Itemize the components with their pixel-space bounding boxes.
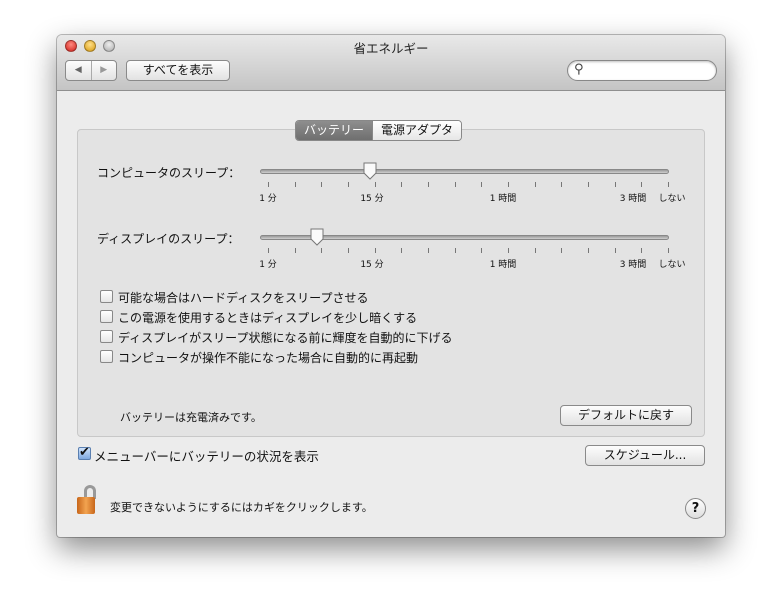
option-label: ディスプレイがスリープ状態になる前に輝度を自動的に下げる (118, 331, 453, 345)
energy-saver-window: 省エネルギー ◀ ▶ すべてを表示 ⚲ バッテリー 電源アダプタ コンピュータの… (57, 35, 725, 537)
slider-tick (268, 248, 269, 253)
checkmark-icon: ✔ (79, 445, 90, 460)
option-label: 可能な場合はハードディスクをスリープさせる (118, 291, 369, 305)
slider-tick (454, 182, 456, 187)
option-checkbox[interactable] (100, 290, 113, 303)
forward-button[interactable]: ▶ (92, 61, 117, 80)
slider-thumb[interactable] (309, 228, 325, 246)
tick-label: 15 分 (360, 260, 384, 270)
slider-tick (641, 182, 643, 187)
battery-status: バッテリーは充電済みです。 (120, 411, 262, 424)
back-forward-control: ◀ ▶ (65, 60, 117, 81)
slider-tick (374, 182, 376, 187)
slider-tick (614, 182, 616, 187)
schedule-button[interactable]: スケジュール... (585, 445, 705, 466)
slider-tick (614, 248, 616, 253)
help-button[interactable]: ? (685, 498, 706, 519)
option-label: この電源を使用するときはディスプレイを少し暗くする (118, 311, 418, 325)
slider-tick (668, 182, 669, 187)
tab-bar: バッテリー 電源アダプタ (295, 120, 463, 141)
slider-tick (428, 182, 429, 187)
sleep-slider-track[interactable] (260, 169, 669, 174)
slider-tick (268, 182, 269, 187)
slider-tick (534, 248, 536, 253)
tick-label: 3 時間 (619, 260, 647, 270)
menubar-battery-label: メニューバーにバッテリーの状況を表示 (94, 449, 319, 464)
tick-label: 15 分 (360, 194, 384, 204)
slider-tick (508, 248, 509, 253)
menubar-battery-checkbox[interactable]: ✔ (78, 445, 91, 460)
tick-label: 1 分 (259, 194, 277, 204)
search-input[interactable]: ⚲ (567, 60, 717, 81)
slider-tick (348, 248, 349, 253)
slider-tick (481, 182, 483, 187)
slider-tick (454, 248, 456, 253)
slider-tick (294, 248, 296, 253)
slider-tick (561, 248, 563, 253)
slider-tick (321, 182, 323, 187)
back-button[interactable]: ◀ (66, 61, 92, 80)
option-checkbox[interactable] (100, 350, 113, 363)
slider-tick (481, 248, 483, 253)
slider-tick (588, 182, 589, 187)
show-all-button[interactable]: すべてを表示 (126, 60, 230, 81)
tick-label: 1 分 (259, 260, 277, 270)
slider-tick (294, 182, 296, 187)
tick-label: 3 時間 (619, 194, 647, 204)
option-checkbox[interactable] (100, 310, 113, 323)
option-label: コンピュータが操作不能になった場合に自動的に再起動 (118, 351, 419, 365)
slider-tick (401, 182, 403, 187)
tab-power-adapter[interactable]: 電源アダプタ (372, 121, 462, 140)
lock-text: 変更できないようにするにはカギをクリックします。 (110, 501, 373, 514)
option-checkbox[interactable] (100, 330, 113, 343)
search-icon: ⚲ (574, 62, 584, 77)
tick-label: 1 時間 (489, 194, 517, 204)
tab-battery[interactable]: バッテリー (296, 121, 373, 140)
slider-tick (321, 248, 323, 253)
window-title: 省エネルギー (353, 41, 429, 56)
lock-icon[interactable] (77, 485, 99, 515)
tick-label: しない (658, 194, 686, 204)
slider-tick (668, 248, 669, 253)
slider-tick (401, 248, 403, 253)
toolbar: 省エネルギー ◀ ▶ すべてを表示 ⚲ (57, 35, 725, 91)
slider-tick (428, 248, 429, 253)
slider-tick (561, 182, 563, 187)
slider-tick (588, 248, 589, 253)
restore-defaults-button[interactable]: デフォルトに戻す (560, 405, 692, 426)
slider-tick (348, 182, 349, 187)
slider-tick (641, 248, 643, 253)
slider-thumb[interactable] (362, 162, 378, 180)
slider-tick (508, 182, 509, 187)
slider-tick (374, 248, 376, 253)
tick-label: しない (658, 260, 686, 270)
tick-label: 1 時間 (489, 260, 517, 270)
slider-label: コンピュータのスリープ： (97, 166, 241, 180)
slider-label: ディスプレイのスリープ： (97, 232, 240, 246)
slider-tick (534, 182, 536, 187)
